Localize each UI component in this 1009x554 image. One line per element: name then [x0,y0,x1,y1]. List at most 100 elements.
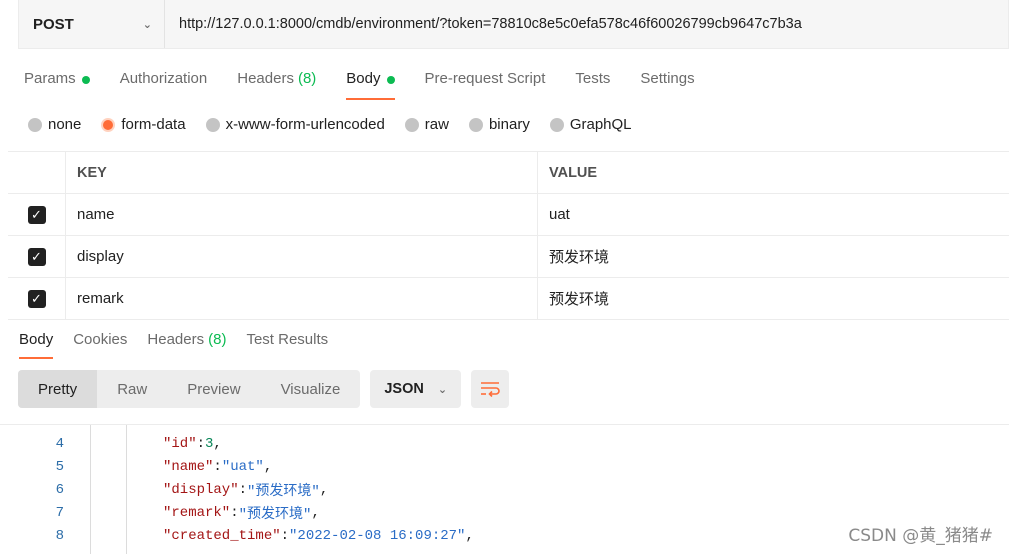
method-select[interactable]: POST ⌄ [19,0,165,48]
tab-response-body[interactable]: Body [19,331,54,359]
code-line: 6 "display": "预发环境", [0,478,1009,501]
radio-form-data[interactable]: form-data [101,116,186,133]
json-key: "name" [163,458,214,475]
radio-binary[interactable]: binary [468,116,530,133]
radio-icon [205,117,220,132]
tab-cookies[interactable]: Cookies [73,331,127,359]
radio-icon [549,117,564,132]
checkbox-checked-icon[interactable]: ✓ [27,247,46,266]
table-header-row: KEY VALUE [8,152,1009,194]
value-cell[interactable]: 预发环境 [538,278,1009,319]
json-key: "created_time" [163,527,281,544]
method-label: POST [33,15,74,33]
code-line: 5 "name": "uat", [0,455,1009,478]
tab-count: (8) [208,331,227,348]
value-cell[interactable]: 预发环境 [538,236,1009,277]
tab-params[interactable]: Params [24,70,90,100]
radio-label: binary [488,116,530,133]
tab-settings[interactable]: Settings [640,70,694,100]
checkbox-checked-icon[interactable]: ✓ [27,289,46,308]
json-comma: , [319,481,329,498]
radio-graphql[interactable]: GraphQL [549,116,632,133]
line-number: 5 [55,458,64,475]
json-key: "remark" [163,504,231,521]
body-type-radios: none form-data x-www-form-urlencoded raw… [28,116,652,133]
key-cell[interactable]: remark [66,278,538,319]
radio-icon [28,117,42,132]
tab-label: Cookies [73,331,128,348]
tab-label: Headers [237,70,294,87]
row-checkbox-cell: ✓ [8,194,66,235]
line-number: 6 [55,481,64,498]
chevron-down-icon: ⌄ [142,18,152,31]
code-line: 4 "id": 3, [0,432,1009,455]
format-label: JSON [384,381,424,397]
response-view-toolbar: Pretty Raw Preview Visualize JSON ⌄ [18,370,510,408]
json-comma: , [311,504,320,521]
view-pretty-button[interactable]: Pretty [18,370,98,408]
line-number: 7 [55,504,64,521]
column-header-key: KEY [66,152,538,193]
column-header-value: VALUE [549,164,598,181]
checkbox-checked-icon[interactable]: ✓ [27,205,46,224]
line-number: 4 [55,435,64,452]
radio-none[interactable]: none [28,116,81,133]
url-input[interactable]: http://127.0.0.1:8000/cmdb/environment/?… [165,16,802,32]
header-check-cell [8,152,66,193]
wrap-lines-button[interactable] [471,370,510,408]
radio-label: form-data [121,116,186,133]
tab-test-results[interactable]: Test Results [246,331,328,359]
tab-pre-request-script[interactable]: Pre-request Script [425,70,546,100]
tab-label: Body [19,331,54,348]
json-value: 3 [205,435,214,452]
view-mode-segmented: Pretty Raw Preview Visualize [18,370,361,408]
tab-body[interactable]: Body [346,70,395,100]
json-key: "display" [163,481,239,498]
value-cell[interactable]: uat [538,194,1009,235]
status-dot-icon [81,76,90,84]
key-cell[interactable]: display [66,236,538,277]
radio-icon [404,117,419,132]
radio-label: none [48,116,82,133]
tab-response-headers[interactable]: Headers (8) [147,331,226,359]
tab-label: Settings [640,70,695,87]
json-comma: , [465,527,474,544]
tab-headers[interactable]: Headers (8) [237,70,316,100]
tab-label: Test Results [246,331,329,348]
format-select[interactable]: JSON ⌄ [370,370,462,408]
response-tabs: Body Cookies Headers (8) Test Results [19,331,348,359]
key-cell[interactable]: name [66,194,538,235]
view-raw-button[interactable]: Raw [97,370,167,408]
radio-selected-icon [101,117,116,132]
view-preview-button[interactable]: Preview [167,370,260,408]
row-checkbox-cell: ✓ [8,278,66,319]
radio-label: raw [424,116,449,133]
tab-tests[interactable]: Tests [575,70,610,100]
response-body-code[interactable]: 4 "id": 3, 5 "name": "uat", 6 "display":… [0,424,1009,554]
json-sep: : [196,435,206,452]
json-comma: , [263,458,273,475]
form-data-table: KEY VALUE ✓ name uat ✓ display 预发环境 ✓ re… [8,151,1009,320]
request-tabs: Params Authorization Headers (8) Body Pre… [24,70,725,100]
tab-label: Params [24,70,76,87]
table-row: ✓ name uat [8,194,1009,236]
json-sep: : [213,458,222,475]
row-checkbox-cell: ✓ [8,236,66,277]
tab-label: Tests [575,70,611,87]
radio-x-www-form-urlencoded[interactable]: x-www-form-urlencoded [205,116,385,133]
json-sep: : [238,481,248,498]
view-visualize-button[interactable]: Visualize [261,370,361,408]
line-number: 8 [55,527,64,544]
json-value: "2022-02-08 16:09:27" [289,527,466,544]
tab-label: Body [346,70,381,87]
radio-label: GraphQL [569,116,632,133]
json-comma: , [213,435,222,452]
radio-raw[interactable]: raw [404,116,449,133]
chevron-down-icon: ⌄ [437,383,448,396]
status-dot-icon [386,76,395,84]
wrap-lines-icon [481,382,500,397]
json-value: "预发环境" [238,506,312,523]
tab-count: (8) [297,70,317,87]
json-key: "id" [163,435,197,452]
tab-authorization[interactable]: Authorization [120,70,208,100]
